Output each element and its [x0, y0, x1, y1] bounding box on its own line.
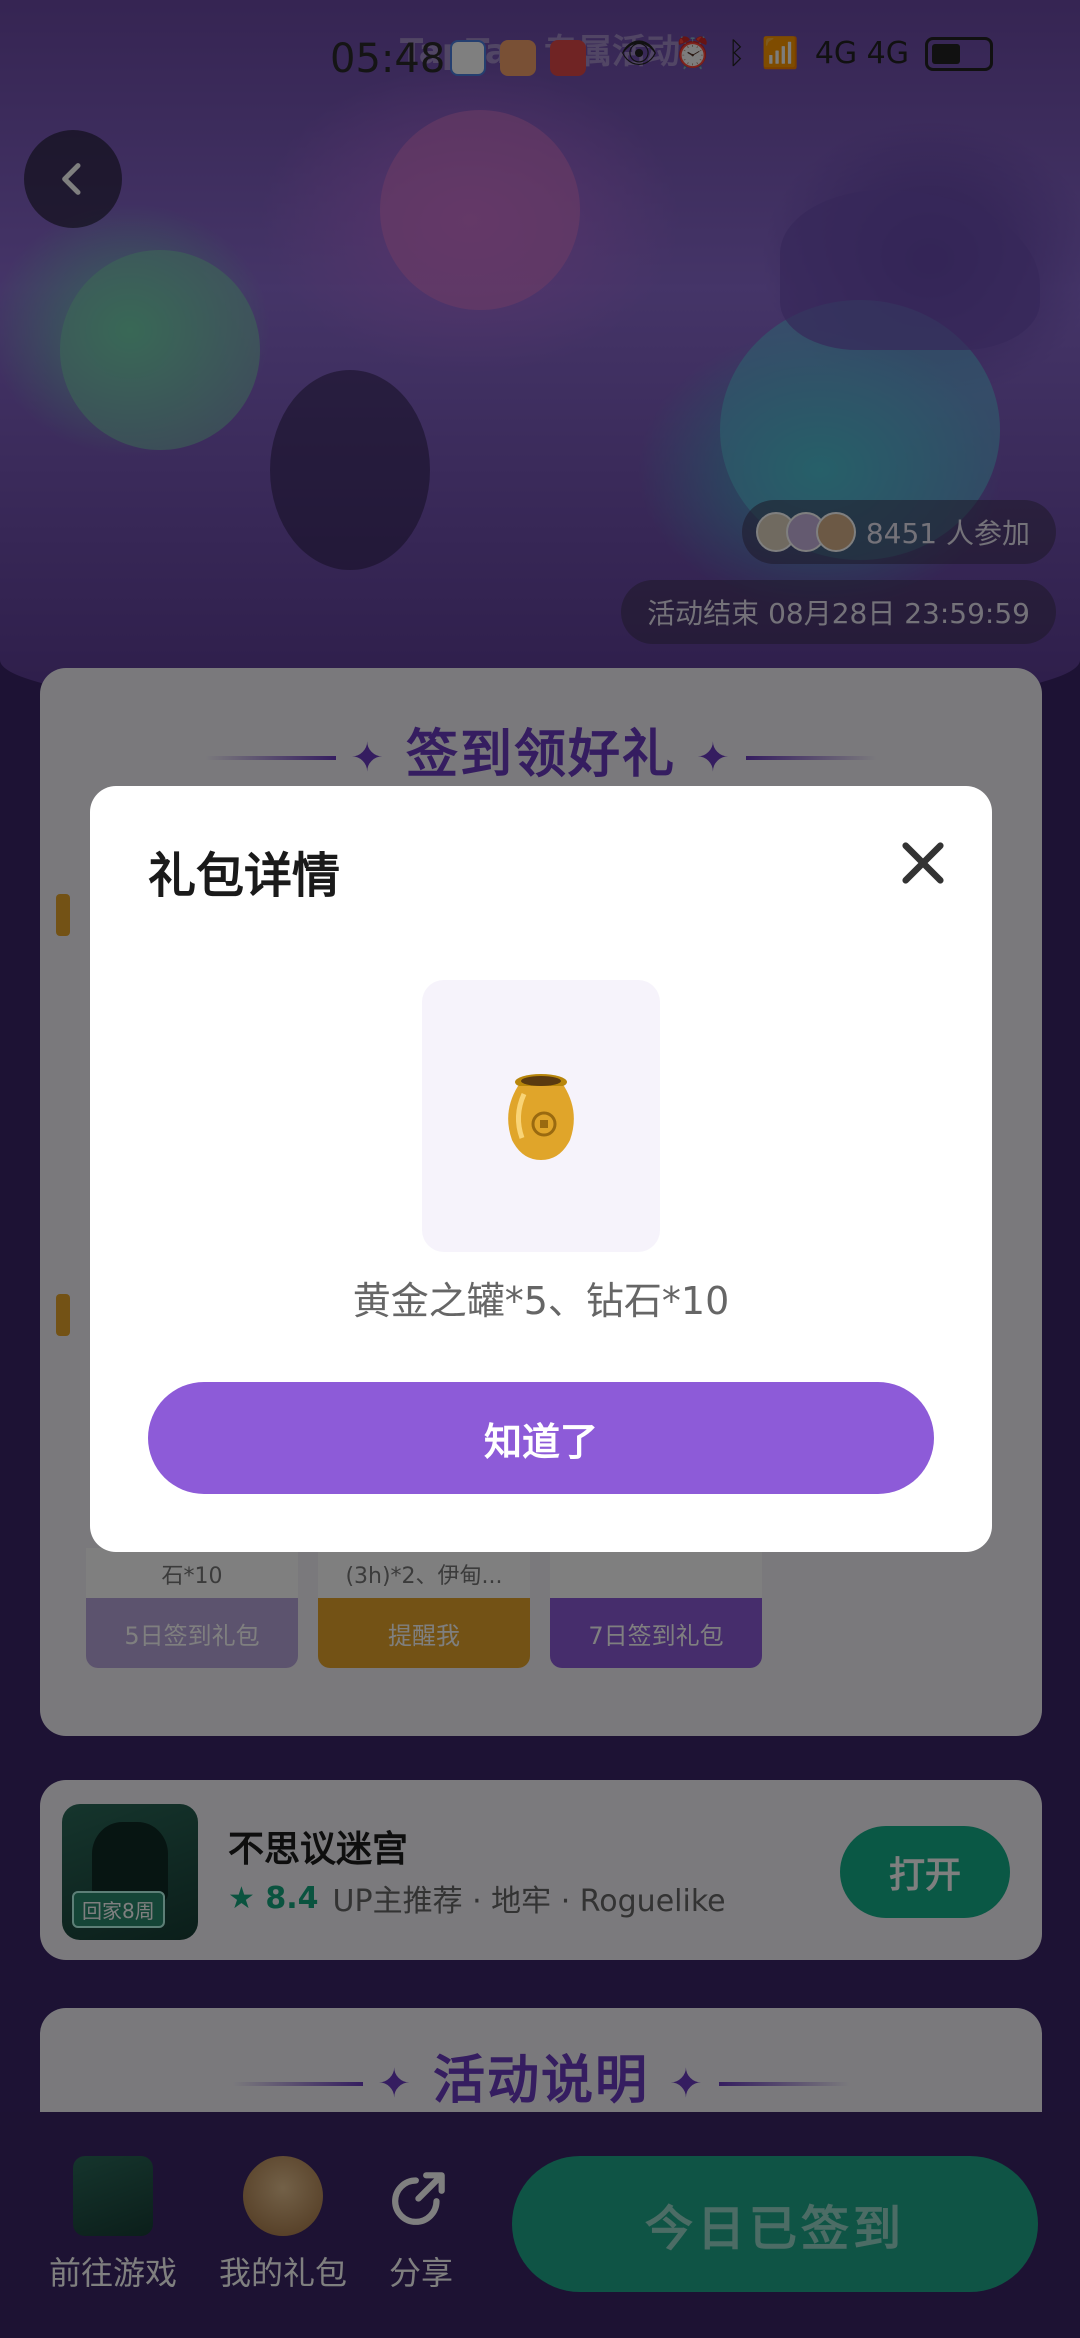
close-button[interactable]	[888, 828, 958, 898]
golden-jar-icon	[508, 1074, 574, 1160]
gift-item-description: 黄金之罐*5、钻石*10	[352, 1279, 730, 1323]
gift-item-tile	[422, 980, 660, 1252]
close-icon	[902, 842, 944, 884]
gift-details-modal: 礼包详情 黄金之罐*5、钻石*10 知道了	[90, 786, 992, 1552]
modal-title: 礼包详情	[148, 848, 341, 904]
got-it-button[interactable]: 知道了	[148, 1382, 934, 1494]
